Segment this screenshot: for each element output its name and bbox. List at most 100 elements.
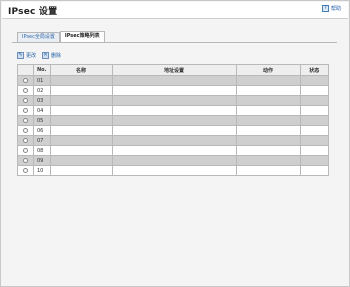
radio-button-icon[interactable] xyxy=(23,87,28,93)
row-name xyxy=(49,105,113,116)
table-row[interactable]: 01 xyxy=(17,75,330,86)
tab-ipsec-global-settings[interactable]: IPsec全局设置 xyxy=(17,32,60,42)
row-action xyxy=(235,165,301,176)
table-row[interactable]: 04 xyxy=(17,105,330,116)
row-address xyxy=(111,155,237,166)
radio-button-icon[interactable] xyxy=(23,107,28,113)
row-address xyxy=(111,115,237,126)
row-number: 07 xyxy=(33,135,51,146)
row-action xyxy=(235,105,301,116)
row-number: 09 xyxy=(33,155,51,166)
row-address xyxy=(111,145,237,156)
table-row[interactable]: 03 xyxy=(17,95,330,106)
delete-label[interactable]: 删除 xyxy=(51,52,61,59)
tab-bar: IPsec全局设置 IPsec策略列表 xyxy=(17,31,105,42)
row-address xyxy=(111,75,237,86)
row-address xyxy=(111,105,237,116)
table-row[interactable]: 06 xyxy=(17,125,330,136)
table-row[interactable]: 10 xyxy=(17,165,330,176)
row-name xyxy=(49,125,113,136)
table-row[interactable]: 02 xyxy=(17,85,330,96)
row-number: 06 xyxy=(33,125,51,136)
help-link[interactable]: ? 帮助 xyxy=(321,5,341,12)
row-status xyxy=(299,125,330,136)
row-number: 01 xyxy=(33,75,51,86)
row-action xyxy=(235,85,301,96)
row-select-radio[interactable] xyxy=(17,115,34,126)
policy-table: No. 名称 地址设置 动作 状态 01 02 03 04 05 06 07 08 09 10 xyxy=(17,64,330,176)
row-select-radio[interactable] xyxy=(17,105,34,116)
row-select-radio[interactable] xyxy=(17,85,34,96)
delete-button[interactable]: ✕ 删除 xyxy=(42,52,61,59)
radio-button-icon[interactable] xyxy=(23,137,28,143)
change-button[interactable]: ✎ 更改 xyxy=(17,52,36,59)
row-number: 03 xyxy=(33,95,51,106)
row-action xyxy=(235,95,301,106)
row-name xyxy=(49,95,113,106)
row-number: 02 xyxy=(33,85,51,96)
row-action xyxy=(235,145,301,156)
row-select-radio[interactable] xyxy=(17,145,34,156)
row-address xyxy=(111,95,237,106)
row-select-radio[interactable] xyxy=(17,75,34,86)
row-address xyxy=(111,135,237,146)
row-status xyxy=(299,95,330,106)
row-action xyxy=(235,75,301,86)
radio-button-icon[interactable] xyxy=(23,127,28,133)
row-name xyxy=(49,115,113,126)
change-label[interactable]: 更改 xyxy=(26,52,36,59)
page-header: IPsec 设置 ? 帮助 xyxy=(2,2,348,19)
row-select-radio[interactable] xyxy=(17,95,34,106)
radio-button-icon[interactable] xyxy=(23,77,28,83)
row-status xyxy=(299,85,330,96)
row-select-radio[interactable] xyxy=(17,155,34,166)
row-number: 08 xyxy=(33,145,51,156)
column-header-select xyxy=(17,64,34,76)
column-header-no: No. xyxy=(33,64,51,76)
row-status xyxy=(299,155,330,166)
row-address xyxy=(111,125,237,136)
radio-button-icon[interactable] xyxy=(23,147,28,153)
row-address xyxy=(111,85,237,96)
row-select-radio[interactable] xyxy=(17,165,34,176)
row-name xyxy=(49,145,113,156)
row-action xyxy=(235,125,301,136)
edit-icon[interactable]: ✎ xyxy=(17,52,24,59)
column-header-status: 状态 xyxy=(299,64,330,76)
help-icon[interactable]: ? xyxy=(321,5,329,12)
row-status xyxy=(299,135,330,146)
radio-button-icon[interactable] xyxy=(23,117,28,123)
radio-button-icon[interactable] xyxy=(23,157,28,163)
table-row[interactable]: 08 xyxy=(17,145,330,156)
column-header-address: 地址设置 xyxy=(111,64,237,76)
delete-icon[interactable]: ✕ xyxy=(42,52,50,59)
column-header-name: 名称 xyxy=(49,64,113,76)
table-row[interactable]: 07 xyxy=(17,135,330,146)
row-number: 04 xyxy=(33,105,51,116)
row-number: 10 xyxy=(33,165,51,176)
row-number: 05 xyxy=(33,115,51,126)
table-row[interactable]: 05 xyxy=(17,115,330,126)
help-label[interactable]: 帮助 xyxy=(331,5,341,12)
row-status xyxy=(299,165,330,176)
row-name xyxy=(49,85,113,96)
row-status xyxy=(299,145,330,156)
row-name xyxy=(49,135,113,146)
row-select-radio[interactable] xyxy=(17,125,34,136)
row-action xyxy=(235,135,301,146)
tab-divider xyxy=(12,42,337,43)
row-status xyxy=(299,115,330,126)
row-status xyxy=(299,105,330,116)
radio-button-icon[interactable] xyxy=(23,97,28,103)
radio-button-icon[interactable] xyxy=(23,167,28,173)
row-name xyxy=(49,155,113,166)
tab-ipsec-policy-list[interactable]: IPsec策略列表 xyxy=(59,31,105,42)
page-title: IPsec 设置 xyxy=(8,7,58,17)
table-row[interactable]: 09 xyxy=(17,155,330,166)
action-bar: ✎ 更改 ✕ 删除 xyxy=(17,52,61,59)
row-name xyxy=(49,165,113,176)
row-select-radio[interactable] xyxy=(17,135,34,146)
column-header-action: 动作 xyxy=(235,64,301,76)
row-address xyxy=(111,165,237,176)
row-name xyxy=(49,75,113,86)
